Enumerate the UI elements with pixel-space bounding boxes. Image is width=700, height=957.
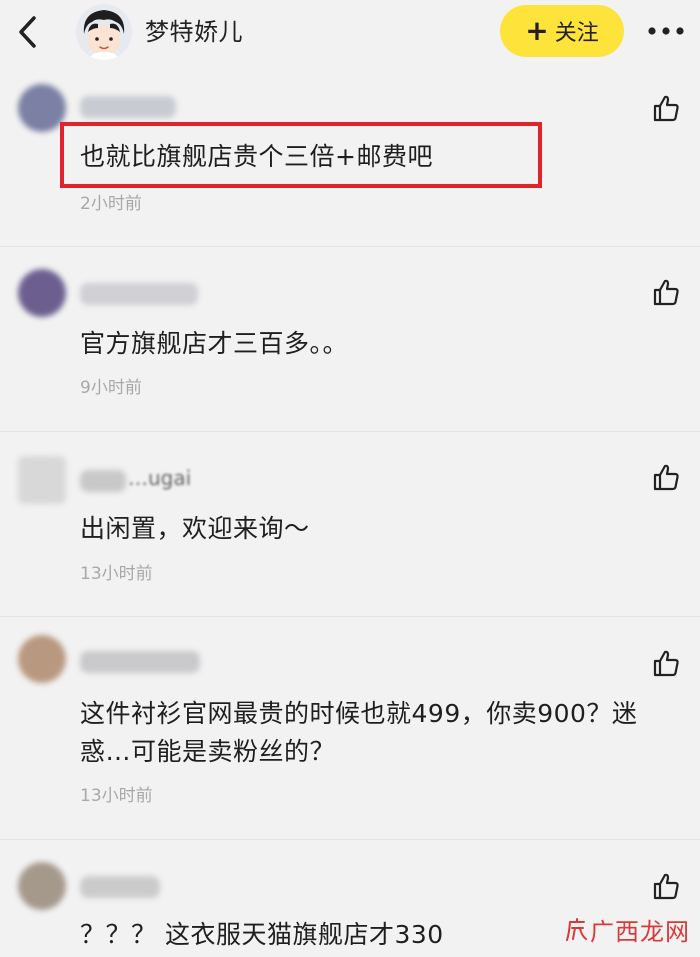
more-button[interactable] [644,16,688,46]
commenter-avatar[interactable] [18,269,66,317]
commenter-name-blurred[interactable] [80,876,160,898]
comment-time: 13小时前 [80,564,153,584]
comment-time: 9小时前 [80,378,142,398]
highlight-annotation [60,122,542,188]
thumbs-up-icon [653,464,679,491]
follow-label: 关注 [554,21,599,46]
thumbs-up-icon [653,95,679,122]
thumbs-up-icon [653,650,679,677]
follow-button[interactable]: + 关注 [500,5,624,57]
comment-item: 官方旗舰店才三百多。。 9小时前 [0,247,700,432]
comment-item: …ugai 出闲置，欢迎来询～ 13小时前 [0,432,700,617]
comment-text: 官方旗舰店才三百多。。 [80,329,349,358]
commenter-name-blurred[interactable] [80,96,176,118]
watermark: 广西龙网 [566,912,690,947]
comment-time: 2小时前 [80,194,142,214]
thumbs-up-icon [653,279,679,306]
commenter-name-partial[interactable]: …ugai [128,466,191,490]
user-name[interactable]: 梦特娇儿 [145,14,243,50]
watermark-logo-icon [566,917,587,941]
comment-item: 这件衬衫官网最贵的时候也就499，你卖900？迷惑…可能是卖粉丝的？ 13小时前 [0,617,700,840]
top-bar: 梦特娇儿 + 关注 [0,0,700,68]
like-button[interactable] [648,274,684,310]
back-button[interactable] [8,12,48,52]
commenter-name-blurred[interactable] [80,283,198,305]
like-button[interactable] [648,90,684,126]
like-button[interactable] [648,459,684,495]
plus-icon: + [525,14,549,47]
comment-screen: 梦特娇儿 + 关注 也就比旗舰店贵个三倍+邮费吧 2小时前 官方旗舰店才三百多。 [0,0,700,957]
commenter-avatar[interactable] [18,635,66,683]
cartoon-avatar-icon [76,4,132,60]
like-button[interactable] [648,645,684,681]
comment-text: 出闲置，欢迎来询～ [80,514,310,543]
comment-time: 13小时前 [80,786,153,806]
thumbs-up-icon [653,873,679,900]
commenter-avatar[interactable] [18,84,66,132]
commenter-name-blurred[interactable] [80,470,126,492]
watermark-text: 广西龙网 [590,918,690,946]
commenter-name-blurred[interactable] [80,651,200,673]
more-horizontal-icon [648,27,684,35]
user-avatar[interactable] [76,4,132,60]
commenter-avatar[interactable] [18,456,66,504]
comment-text: 这件衬衫官网最贵的时候也就499，你卖900？迷惑…可能是卖粉丝的？ [80,699,638,766]
like-button[interactable] [648,868,684,904]
commenter-avatar[interactable] [18,862,66,910]
chevron-left-icon [19,16,36,48]
